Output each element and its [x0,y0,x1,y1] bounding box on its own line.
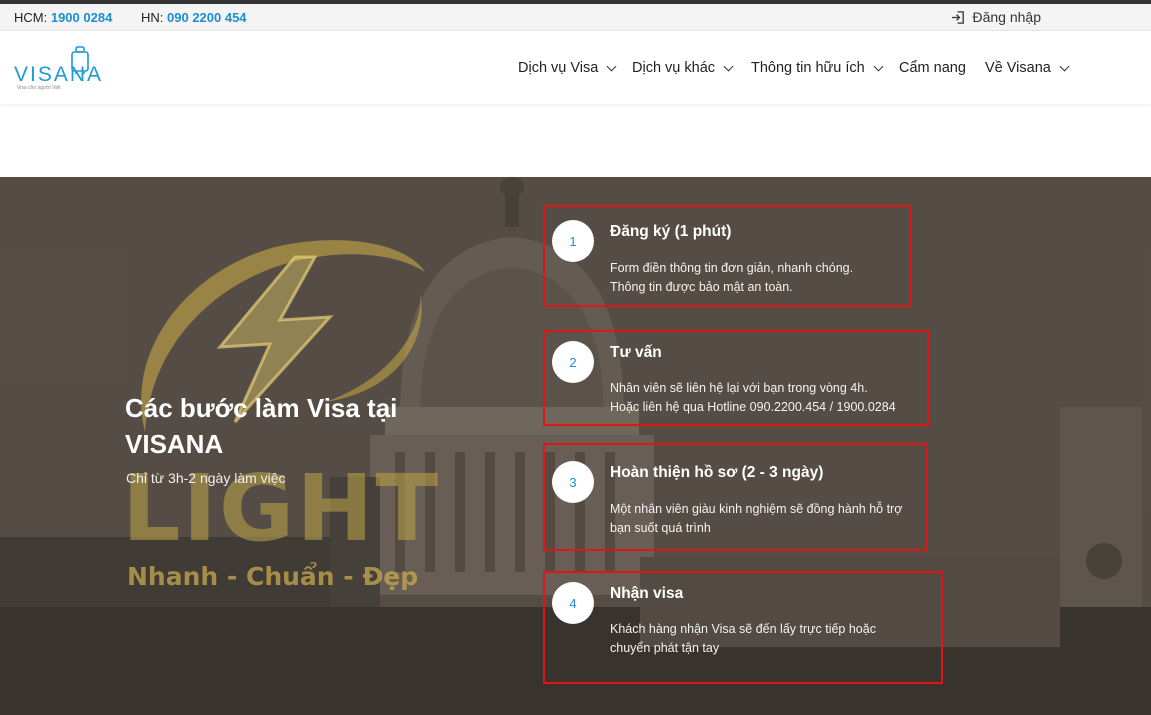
main-navbar: VISANA Visa cho người Việt Dịch vụ Visa … [0,32,1151,104]
chevron-down-icon [873,61,884,71]
step-2-line1: Nhân viên sẽ liên hệ lại với bạn trong v… [610,381,868,395]
step-2-title: Tư vấn [610,344,662,361]
hero-title: Các bước làm Visa tại VISANA [125,393,398,459]
nav-ve-visana[interactable]: Về Visana [985,60,1070,76]
nav-thong-tin-huu-ich[interactable]: Thông tin hữu ích [751,60,884,76]
top-bar: HCM: 1900 0284 HN: 090 2200 454 Đăng nhậ… [0,4,1151,31]
hotline-hn-number[interactable]: 090 2200 454 [167,10,247,25]
step-3-title: Hoàn thiện hồ sơ (2 - 3 ngày) [610,464,824,481]
step-4-title: Nhận visa [610,585,684,602]
logo-text: VISANA [14,63,104,86]
nav-label: Thông tin hữu ích [751,60,865,76]
login-link[interactable]: Đăng nhập [951,9,1041,25]
step-1-description: Form điền thông tin đơn giản, nhanh chón… [610,259,930,297]
hotline-hn-label: HN: [141,10,164,25]
logo-tagline: Visa cho người Việt [17,85,61,91]
nav-label: Về Visana [985,60,1051,76]
chevron-down-icon [1059,61,1070,71]
step-1-number: 1 [552,220,594,262]
nav-dich-vu-khac[interactable]: Dịch vụ khác [632,60,734,76]
nav-label: Dịch vụ Visa [518,60,599,76]
step-4-number: 4 [552,582,594,624]
step-2-description: Nhân viên sẽ liên hệ lại với bạn trong v… [610,379,930,417]
nav-label: Dịch vụ khác [632,60,716,76]
hotline-hcm-number[interactable]: 1900 0284 [51,10,112,25]
step-4-description: Khách hàng nhận Visa sẽ đến lấy trực tiế… [610,620,930,658]
nav-label: Cẩm nang [899,60,966,76]
hero-section: LIGHT Nhanh - Chuẩn - Đẹp Các bước làm V… [0,177,1151,715]
hotline-hcm-label: HCM: [14,10,48,25]
step-3-description: Một nhân viên giàu kinh nghiệm sẽ đồng h… [610,500,930,538]
step-3-line1: Một nhân viên giàu kinh nghiệm sẽ đồng h… [610,502,903,516]
hero-subtitle: Chỉ từ 3h-2 ngày làm việc [126,470,286,486]
nav-dich-vu-visa[interactable]: Dịch vụ Visa [518,60,617,76]
step-1-line2: Thông tin được bảo mật an toàn. [610,280,793,294]
login-label: Đăng nhập [972,9,1041,25]
step-3-number: 3 [552,461,594,503]
chevron-down-icon [606,61,617,71]
chevron-down-icon [723,61,734,71]
step-2-line2: Hoặc liên hệ qua Hotline 090.2200.454 / … [610,400,896,414]
nav-cam-nang[interactable]: Cẩm nang [899,60,966,76]
visana-logo[interactable]: VISANA Visa cho người Việt [14,46,109,94]
banner-slogan: Nhanh - Chuẩn - Đẹp [127,562,419,591]
step-1-line1: Form điền thông tin đơn giản, nhanh chón… [610,261,854,275]
hotline-hcm[interactable]: HCM: 1900 0284 [14,10,112,25]
hotline-hn[interactable]: HN: 090 2200 454 [141,10,247,25]
step-4-line1: Khách hàng nhận Visa sẽ đến lấy trực tiế… [610,622,876,636]
step-3-line2: bạn suốt quá trình [610,521,711,535]
login-icon [952,10,965,24]
step-2-number: 2 [552,341,594,383]
step-4-line2: chuyển phát tận tay [610,641,720,655]
step-1-title: Đăng ký (1 phút) [610,223,732,240]
